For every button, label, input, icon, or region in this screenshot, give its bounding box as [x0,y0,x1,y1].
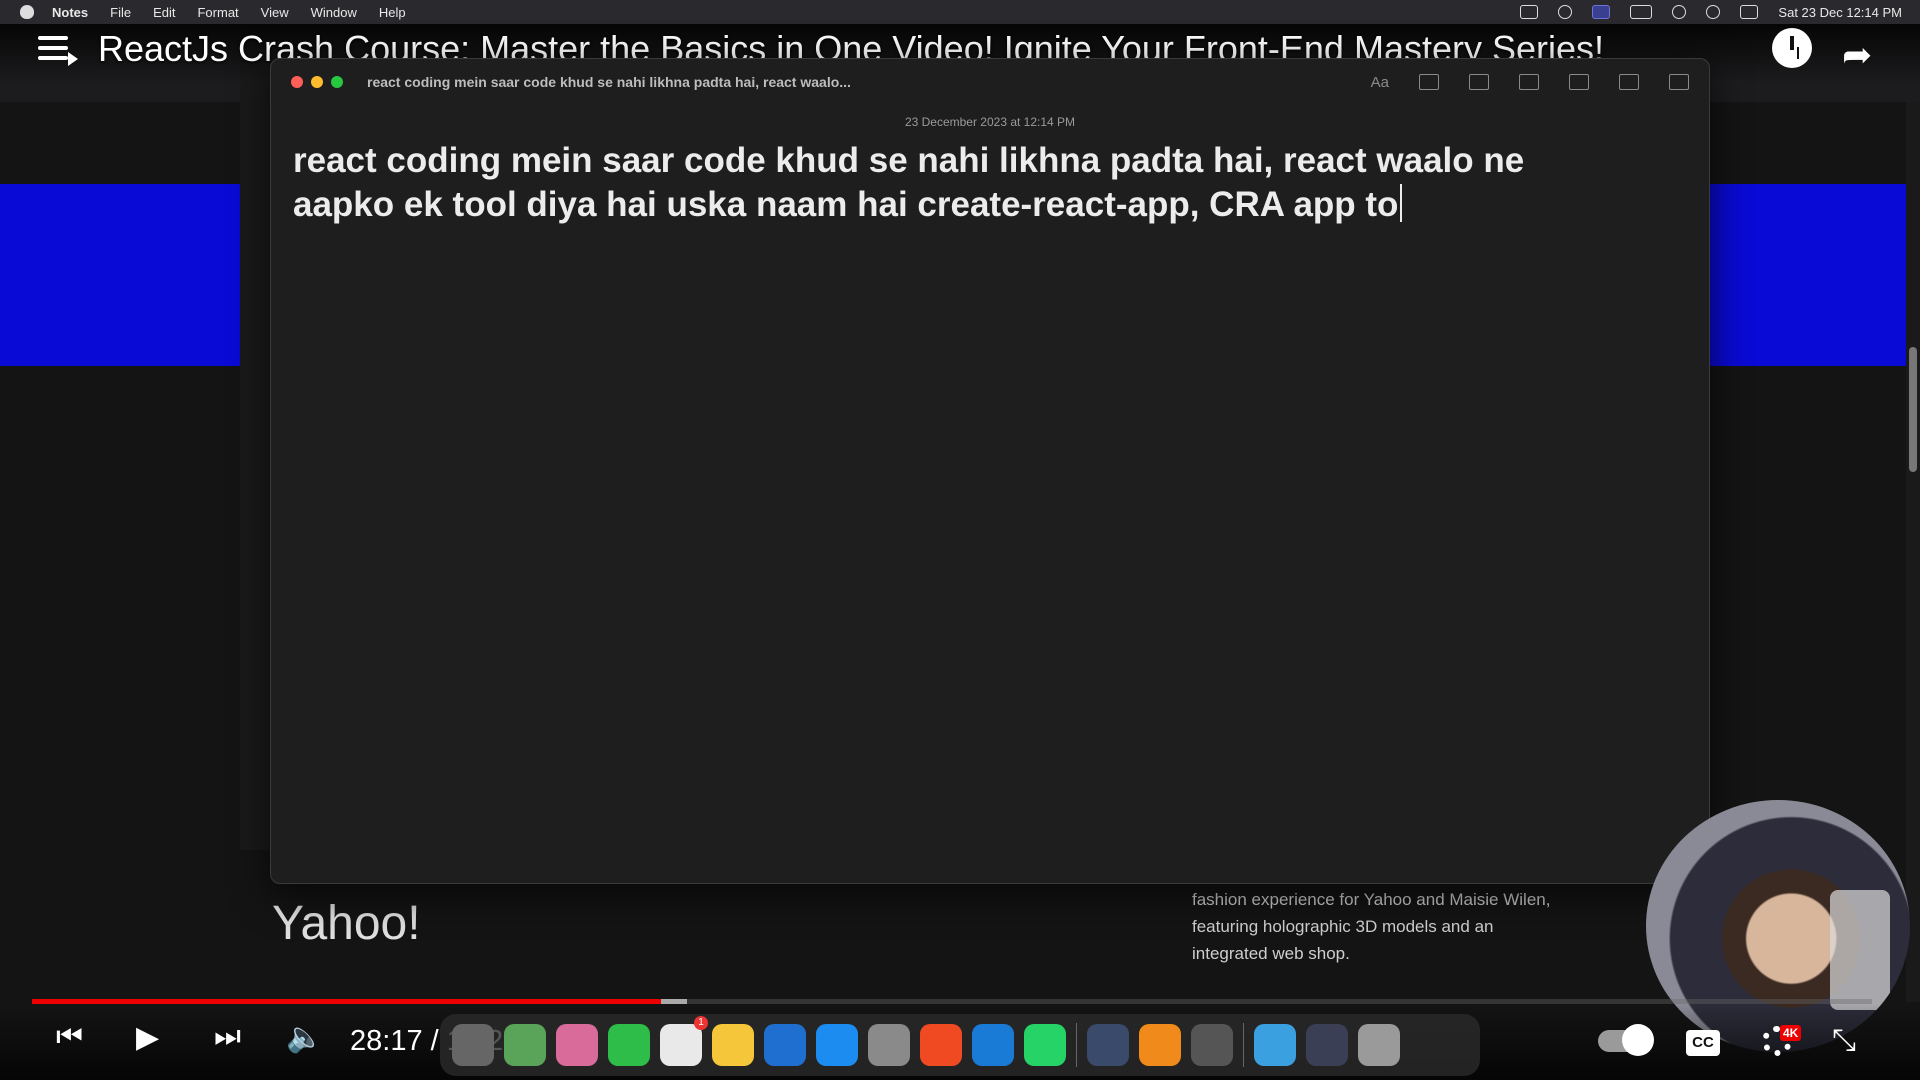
menu-format[interactable]: Format [197,5,238,20]
menu-window[interactable]: Window [311,5,357,20]
captions-button[interactable]: CC [1686,1030,1720,1056]
volume-icon[interactable]: 🔈 [286,1020,323,1055]
minimize-button[interactable] [311,76,323,88]
exit-fullscreen-icon[interactable]: ⤡ [1832,1024,1856,1058]
progress-played[interactable] [32,999,662,1004]
menu-help[interactable]: Help [379,5,406,20]
menu-bar: Notes File Edit Format View Window Help … [0,0,1920,24]
notes-toolbar: react coding mein saar code khud se nahi… [271,59,1709,105]
note-line[interactable]: aapko ek tool diya hai uska naam hai cre… [293,185,1398,224]
menu-edit[interactable]: Edit [153,5,175,20]
screenshot-icon[interactable] [1306,1024,1348,1066]
notification-badge: 1 [694,1016,708,1030]
facetime-icon[interactable] [608,1024,650,1066]
note-date: 23 December 2023 at 12:14 PM [904,115,1076,129]
link-icon[interactable] [1519,74,1539,90]
close-button[interactable] [291,76,303,88]
screen-recorder-icon[interactable] [1087,1024,1129,1066]
page-description: fashion experience for Yahoo and Maisie … [1192,890,1551,963]
menu-file[interactable]: File [110,5,131,20]
photos-icon[interactable] [556,1024,598,1066]
app-store-icon[interactable] [816,1024,858,1066]
wifi-icon[interactable] [1672,5,1687,19]
media-icon[interactable] [1569,74,1589,90]
share-icon[interactable]: ➦ [1842,34,1872,76]
launchpad-icon[interactable] [452,1024,494,1066]
spotlight-icon[interactable] [1706,5,1721,19]
apple-icon[interactable] [20,5,34,19]
share-icon[interactable] [1669,74,1689,90]
brave-icon[interactable] [920,1024,962,1066]
downloads-folder-icon[interactable] [1254,1024,1296,1066]
playlist-icon[interactable] [38,36,78,66]
notes-window-title: react coding mein saar code khud se nahi… [367,74,851,90]
menu-app-notes[interactable]: Notes [52,5,88,20]
note-editor[interactable]: react coding mein saar code khud se nahi… [293,139,1593,227]
format-text-button[interactable]: Aa [1371,74,1389,91]
zoom-button[interactable] [331,76,343,88]
calculator-icon[interactable] [1191,1024,1233,1066]
system-settings-icon[interactable] [868,1024,910,1066]
next-icon[interactable]: ⏭ [214,1020,241,1054]
text-caret [1400,184,1403,222]
checklist-icon[interactable] [1419,74,1439,90]
notes-window: react coding mein saar code khud se nahi… [270,58,1710,884]
autoplay-toggle[interactable] [1598,1024,1654,1056]
play-icon[interactable]: ▶ [136,1020,159,1055]
table-icon[interactable] [1469,74,1489,90]
notes-icon[interactable] [712,1024,754,1066]
scrollbar[interactable] [1906,102,1920,1002]
screen-mirroring-icon[interactable] [1592,5,1611,19]
dock-separator [1243,1023,1244,1067]
menubar-clock[interactable]: Sat 23 Dec 12:14 PM [1778,5,1902,20]
trash-icon[interactable] [1358,1024,1400,1066]
keynote-icon[interactable] [764,1024,806,1066]
status-icon[interactable] [1558,5,1573,19]
control-center-icon[interactable] [1740,5,1759,19]
quality-badge: 4K [1780,1025,1802,1041]
note-line[interactable]: react coding mein saar code khud se nahi… [293,139,1593,183]
page-brand: Yahoo! [272,897,421,950]
vscode-icon[interactable] [972,1024,1014,1066]
dock-separator [1076,1023,1077,1067]
previous-icon[interactable]: ⏮ [56,1020,83,1054]
lock-icon[interactable] [1619,74,1639,90]
reminders-icon[interactable]: 1 [660,1016,708,1066]
menu-view[interactable]: View [261,5,289,20]
scrollbar-thumb[interactable] [1909,347,1917,472]
status-icon[interactable] [1520,5,1539,19]
dock: 1 [440,1014,1480,1076]
battery-icon[interactable] [1630,5,1653,19]
watch-later-icon[interactable] [1772,28,1812,68]
whatsapp-icon[interactable] [1024,1024,1066,1066]
maps-icon[interactable] [504,1024,546,1066]
vlc-icon[interactable] [1139,1024,1181,1066]
note-line-2[interactable]: aapko ek tool diya hai uska naam hai cre… [293,183,1593,227]
